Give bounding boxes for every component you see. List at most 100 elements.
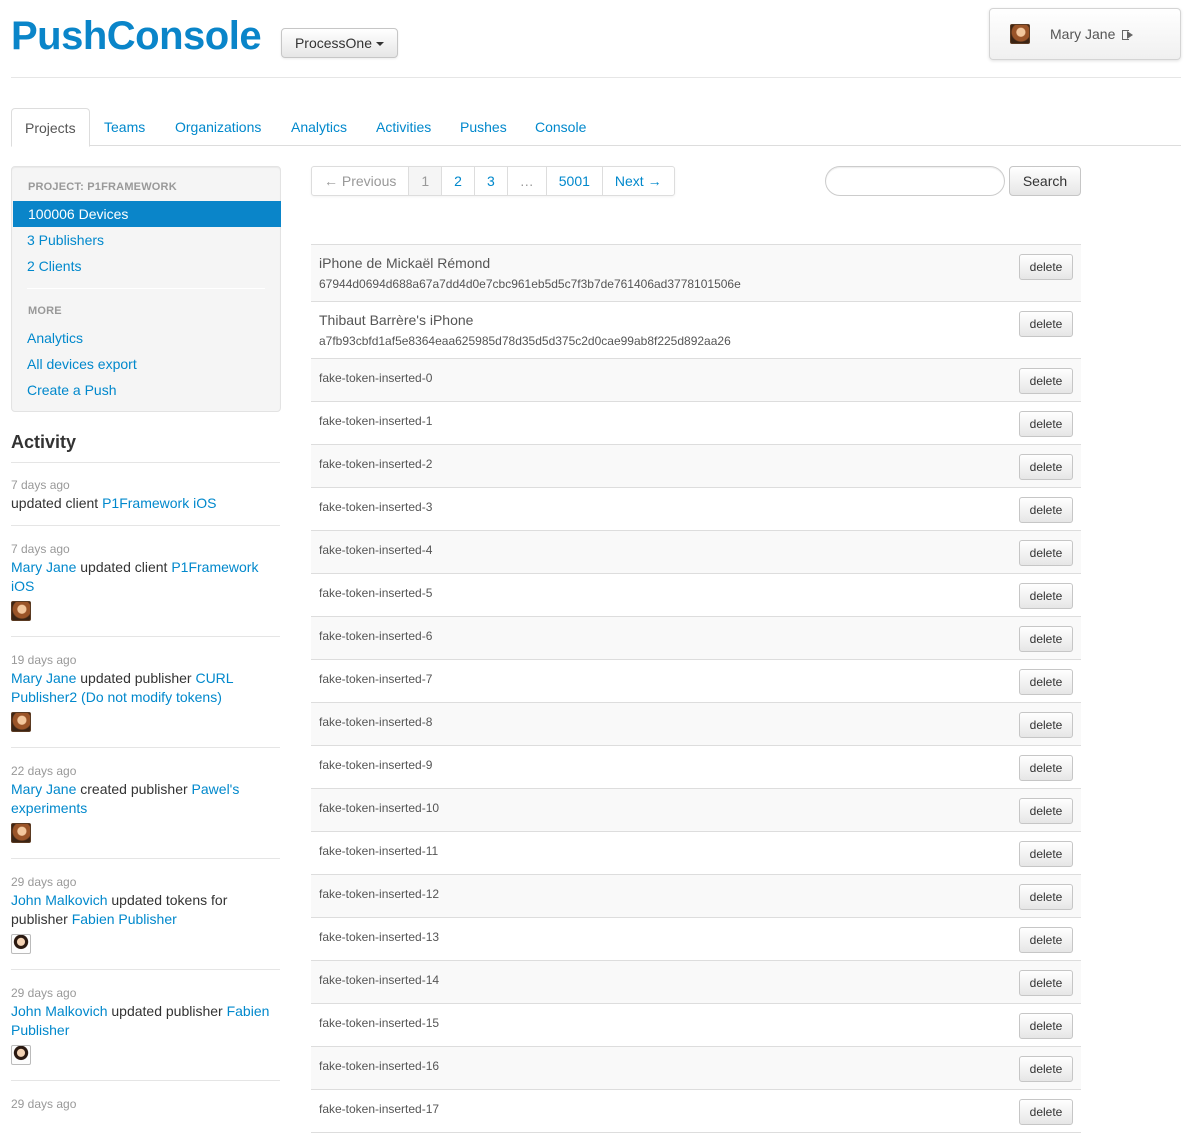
delete-button[interactable]: delete	[1019, 583, 1073, 609]
page-link-last[interactable]: 5001	[545, 167, 602, 195]
page-link-2[interactable]: 2	[441, 167, 474, 195]
table-row: fake-token-inserted-5 delete	[311, 574, 1081, 617]
search-button[interactable]: Search	[1009, 166, 1081, 196]
activity-time: 29 days ago	[11, 986, 77, 1000]
tab-organizations[interactable]: Organizations	[162, 108, 274, 146]
delete-button[interactable]: delete	[1019, 1099, 1073, 1125]
delete-button[interactable]: delete	[1019, 497, 1073, 523]
user-menu[interactable]: Mary Jane	[989, 8, 1181, 60]
activity-time: 19 days ago	[11, 653, 77, 667]
user-name[interactable]: Mary Jane	[1050, 26, 1134, 42]
delete-button[interactable]: delete	[1019, 254, 1073, 280]
page-link-1[interactable]: 1	[408, 167, 442, 195]
page-link-3[interactable]: 3	[473, 167, 507, 195]
table-row: fake-token-inserted-12 delete	[311, 875, 1081, 918]
activity-actor-link[interactable]: Mary Jane	[11, 670, 76, 686]
activity-divider	[11, 525, 280, 526]
activity-actor-link[interactable]: Mary Jane	[11, 781, 76, 797]
device-token: 67944d0694d688a67a7dd4d0e7cbc961eb5d5c7f…	[319, 277, 741, 291]
device-token: fake-token-inserted-11	[319, 844, 439, 858]
next-page-link[interactable]: Next →	[601, 167, 674, 195]
table-row: fake-token-inserted-11 delete	[311, 832, 1081, 875]
delete-button[interactable]: delete	[1019, 1056, 1073, 1082]
delete-button[interactable]: delete	[1019, 841, 1073, 867]
delete-button[interactable]: delete	[1019, 411, 1073, 437]
search-input[interactable]	[825, 166, 1005, 196]
previous-page-link[interactable]: ← Previous	[312, 167, 408, 195]
activity-divider	[11, 747, 280, 748]
table-row: fake-token-inserted-4 delete	[311, 531, 1081, 574]
activity-actor-link[interactable]: Mary Jane	[11, 559, 76, 575]
project-sidebar: PROJECT: P1FRAMEWORK 100006 Devices 3 Pu…	[11, 166, 281, 412]
sidebar-item-devices-export[interactable]: All devices export	[12, 351, 280, 377]
table-row: fake-token-inserted-3 delete	[311, 488, 1081, 531]
activity-actor-link[interactable]: John Malkovich	[11, 1003, 108, 1019]
table-row: iPhone de Mickaël Rémond 67944d0694d688a…	[311, 245, 1081, 302]
delete-button[interactable]: delete	[1019, 368, 1073, 394]
organization-dropdown[interactable]: ProcessOne	[281, 28, 398, 58]
delete-button[interactable]: delete	[1019, 311, 1073, 337]
delete-button[interactable]: delete	[1019, 454, 1073, 480]
activity-time: 29 days ago	[11, 1097, 77, 1111]
device-name: iPhone de Mickaël Rémond	[319, 255, 491, 271]
device-token: fake-token-inserted-14	[319, 973, 440, 987]
sidebar-item-devices[interactable]: 100006 Devices	[13, 201, 281, 227]
logout-icon[interactable]	[1122, 30, 1134, 40]
delete-button[interactable]: delete	[1019, 798, 1073, 824]
sidebar-item-publishers[interactable]: 3 Publishers	[12, 227, 280, 253]
activity-target-link[interactable]: Fabien Publisher	[72, 911, 177, 927]
delete-button[interactable]: delete	[1019, 540, 1073, 566]
actor-avatar	[11, 712, 31, 732]
activity-divider	[11, 1080, 280, 1081]
activity-target-link[interactable]: P1Framework iOS	[102, 495, 216, 511]
device-table: iPhone de Mickaël Rémond 67944d0694d688a…	[311, 244, 1081, 1133]
activity-action: updated client	[11, 495, 103, 511]
device-token: fake-token-inserted-1	[319, 414, 433, 428]
device-token: fake-token-inserted-12	[319, 887, 440, 901]
delete-button[interactable]: delete	[1019, 970, 1073, 996]
table-row: fake-token-inserted-6 delete	[311, 617, 1081, 660]
activity-entry: 29 days ago John Malkovich updated token…	[11, 875, 280, 959]
delete-button[interactable]: delete	[1019, 626, 1073, 652]
tab-pushes[interactable]: Pushes	[447, 108, 520, 146]
activity-time: 29 days ago	[11, 875, 77, 889]
caret-down-icon	[376, 42, 385, 47]
delete-button[interactable]: delete	[1019, 669, 1073, 695]
device-token: fake-token-inserted-10	[319, 801, 440, 815]
delete-button[interactable]: delete	[1019, 927, 1073, 953]
activity-action: updated publisher	[107, 1003, 227, 1019]
sidebar-item-clients[interactable]: 2 Clients	[12, 253, 280, 279]
actor-avatar	[11, 934, 31, 954]
device-token: fake-token-inserted-2	[319, 457, 433, 471]
device-token: fake-token-inserted-9	[319, 758, 433, 772]
sidebar-item-analytics[interactable]: Analytics	[12, 325, 280, 351]
table-row: fake-token-inserted-0 delete	[311, 359, 1081, 402]
tab-analytics[interactable]: Analytics	[278, 108, 360, 146]
delete-button[interactable]: delete	[1019, 1013, 1073, 1039]
activity-entry: 29 days ago	[11, 1097, 280, 1113]
tab-projects[interactable]: Projects	[11, 108, 90, 147]
delete-button[interactable]: delete	[1019, 884, 1073, 910]
activity-entry: 7 days ago Mary Jane updated client P1Fr…	[11, 542, 280, 626]
table-row: fake-token-inserted-14 delete	[311, 961, 1081, 1004]
delete-button[interactable]: delete	[1019, 755, 1073, 781]
table-row: fake-token-inserted-13 delete	[311, 918, 1081, 961]
table-row: fake-token-inserted-1 delete	[311, 402, 1081, 445]
activity-actor-link[interactable]: John Malkovich	[11, 892, 108, 908]
activity-divider	[11, 462, 280, 463]
tab-console[interactable]: Console	[522, 108, 599, 146]
tab-teams[interactable]: Teams	[91, 108, 158, 146]
sidebar-item-create-push[interactable]: Create a Push	[12, 377, 280, 403]
table-row: fake-token-inserted-7 delete	[311, 660, 1081, 703]
activity-time: 7 days ago	[11, 542, 70, 556]
table-row: Thibaut Barrère's iPhone a7fb93cbfd1af5e…	[311, 302, 1081, 359]
activity-divider	[11, 969, 280, 970]
delete-button[interactable]: delete	[1019, 712, 1073, 738]
device-token: fake-token-inserted-4	[319, 543, 433, 557]
table-row: fake-token-inserted-9 delete	[311, 746, 1081, 789]
device-token: fake-token-inserted-6	[319, 629, 433, 643]
brand-logo[interactable]: PushConsole	[11, 14, 262, 59]
tab-activities[interactable]: Activities	[363, 108, 444, 146]
user-avatar	[1010, 24, 1030, 44]
page-ellipsis: …	[506, 167, 546, 195]
